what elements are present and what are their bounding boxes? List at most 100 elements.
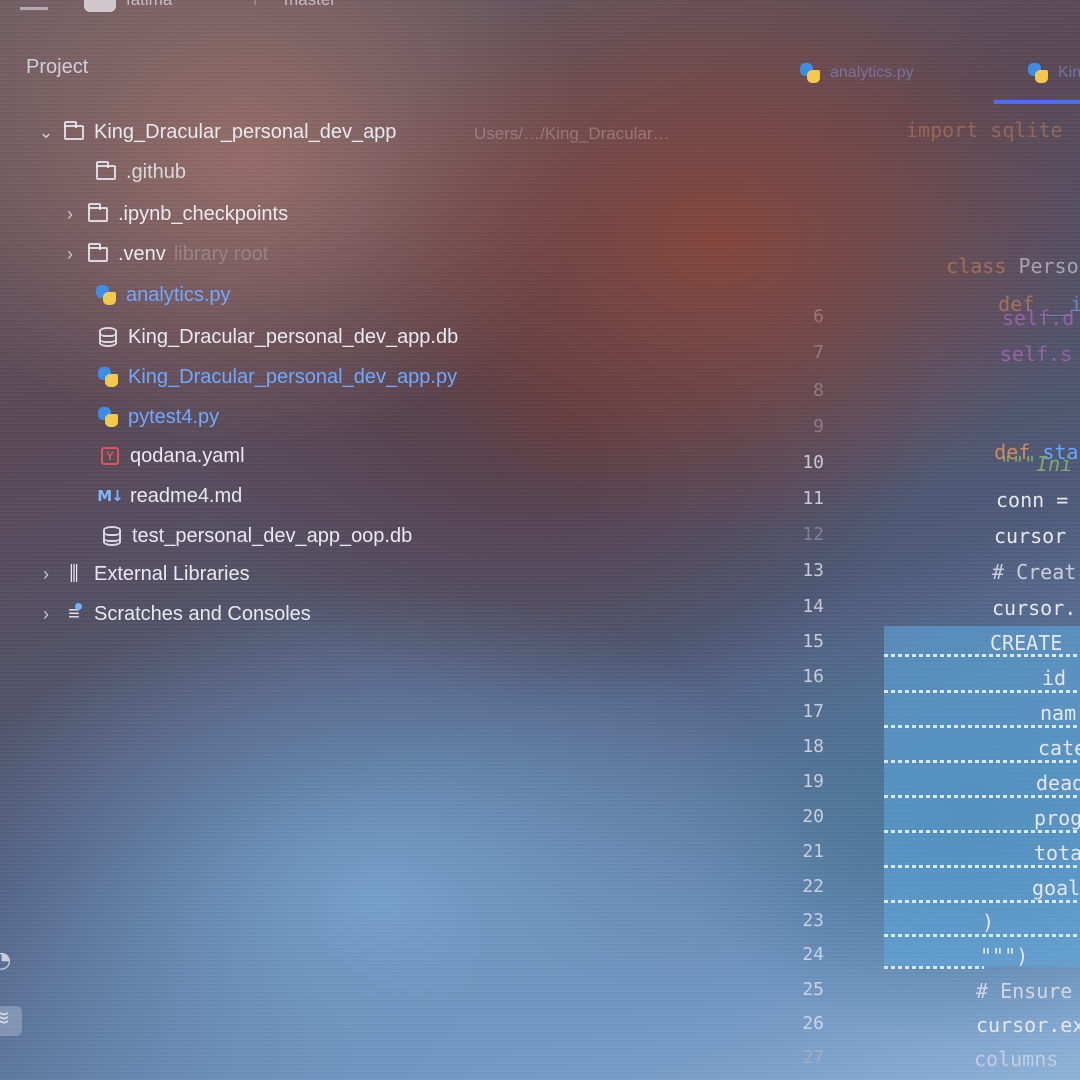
- code-sql-category: cate: [1038, 736, 1080, 760]
- sql-warning-underline: [884, 830, 1080, 833]
- chevron-down-icon[interactable]: ⌄: [38, 122, 54, 143]
- line-number: 18: [802, 736, 824, 757]
- tree-item-readme4[interactable]: M↓ readme4.md: [97, 481, 243, 511]
- sql-warning-underline: [884, 690, 1080, 693]
- code-columns: columns: [974, 1047, 1059, 1071]
- line-number: 8: [813, 380, 824, 401]
- chevron-right-icon[interactable]: ›: [38, 564, 54, 585]
- chevron-right-icon[interactable]: ›: [62, 244, 78, 265]
- line-number: 23: [802, 910, 824, 931]
- code-docstring: """Ini: [1000, 452, 1073, 476]
- tree-item-label: King_Dracular_personal_dev_app.py: [128, 365, 458, 388]
- tree-item-github[interactable]: .github: [70, 157, 186, 187]
- line-number: 12: [802, 524, 824, 545]
- tree-item-label: .venv: [118, 242, 166, 265]
- tree-item-pytest4[interactable]: pytest4.py: [96, 402, 219, 432]
- line-number: 14: [802, 596, 824, 617]
- python-file-icon: [798, 62, 822, 84]
- code-self-s: self.s: [1000, 342, 1073, 366]
- line-number: 27: [802, 1047, 824, 1068]
- line-number: 6: [813, 306, 824, 327]
- tree-item-test-db[interactable]: test_personal_dev_app_oop.db: [100, 521, 412, 551]
- folder-icon: [86, 242, 110, 265]
- line-number: 11: [802, 488, 824, 509]
- folder-icon: [86, 202, 110, 225]
- sql-warning-underline: [884, 795, 1080, 798]
- folder-icon: [62, 120, 86, 143]
- code-self-d: self.d: [1002, 306, 1075, 330]
- line-number: 9: [813, 416, 824, 437]
- tab-analytics[interactable]: analytics.py: [798, 62, 914, 84]
- sql-warning-underline: [884, 865, 1080, 868]
- line-number: 16: [802, 666, 824, 687]
- code-import: import sqlite: [906, 118, 1063, 142]
- code-comment-ensure: # Ensure: [976, 979, 1073, 1003]
- database-icon: [96, 326, 120, 348]
- sql-warning-underline: [884, 760, 1080, 763]
- editor-tab-bar: analytics.py King: [790, 56, 1080, 108]
- code-comment-create: # Creat: [992, 560, 1077, 584]
- project-panel-title[interactable]: Project: [26, 56, 88, 79]
- project-name[interactable]: fatima: [126, 0, 172, 10]
- code-sql-name: nam: [1040, 701, 1077, 725]
- project-badge-icon[interactable]: [84, 0, 116, 12]
- tree-item-label: test_personal_dev_app_oop.db: [132, 524, 413, 547]
- code-sql-id: id: [1042, 666, 1067, 690]
- root-path-hint: Users/…/King_Dracular…: [474, 124, 670, 143]
- chevron-right-icon[interactable]: ›: [62, 204, 78, 225]
- branch-name[interactable]: master: [284, 0, 336, 10]
- tree-item-ipynb-checkpoints[interactable]: › .ipynb_checkpoints: [62, 199, 288, 229]
- python-file-icon: [1026, 62, 1050, 84]
- line-number: 20: [802, 806, 824, 827]
- code-sql-deadline: dead: [1036, 771, 1080, 795]
- code-conn: conn =: [996, 488, 1069, 512]
- tree-item-label: pytest4.py: [128, 405, 220, 428]
- line-number: 22: [802, 876, 824, 897]
- scratches-icon: ≡: [68, 602, 82, 625]
- tree-root-item[interactable]: ⌄ King_Dracular_personal_dev_app: [38, 117, 396, 147]
- tree-item-external-libraries[interactable]: › ⫼ External Libraries: [38, 559, 250, 589]
- code-sql-progress: prog: [1034, 806, 1080, 830]
- bookmark-icon[interactable]: ◔: [0, 948, 22, 978]
- library-icon: ⫼: [69, 562, 79, 585]
- code-close-paren: ): [982, 910, 995, 934]
- tree-item-app-py[interactable]: King_Dracular_personal_dev_app.py: [96, 362, 457, 392]
- tree-item-label: External Libraries: [94, 562, 250, 585]
- sql-warning-underline: [884, 934, 1080, 937]
- tree-item-label: qodana.yaml: [130, 444, 245, 467]
- line-number: 21: [802, 841, 824, 862]
- main-menu-icon[interactable]: [20, 0, 48, 10]
- python-file-icon: [94, 284, 118, 306]
- layers-icon[interactable]: ≋: [0, 1006, 22, 1036]
- tree-item-scratches[interactable]: › ≡ Scratches and Consoles: [38, 599, 311, 629]
- line-number: 26: [802, 1013, 824, 1034]
- tab-label: King: [1058, 64, 1080, 81]
- line-number: 15: [802, 631, 824, 652]
- tab-king[interactable]: King: [1026, 62, 1080, 84]
- tree-item-analytics[interactable]: analytics.py: [94, 280, 231, 310]
- branch-icon: ⑂: [250, 0, 260, 10]
- tree-item-app-db[interactable]: King_Dracular_personal_dev_app.db: [96, 322, 458, 352]
- chevron-right-icon[interactable]: ›: [38, 604, 54, 625]
- line-number: 17: [802, 701, 824, 722]
- sql-warning-underline: [884, 900, 1080, 903]
- tree-item-label: readme4.md: [130, 484, 243, 507]
- folder-icon: [94, 160, 118, 183]
- tree-item-venv[interactable]: › .venv library root: [62, 239, 268, 269]
- tree-root-label: King_Dracular_personal_dev_app: [94, 120, 397, 143]
- yaml-file-icon: Y: [98, 445, 122, 467]
- code-cursor: cursor: [994, 524, 1067, 548]
- tree-item-label: .ipynb_checkpoints: [118, 202, 289, 225]
- top-toolbar: fatima ⑂ master: [0, 0, 1080, 12]
- tree-item-label: Scratches and Consoles: [94, 602, 311, 625]
- tree-item-qodana[interactable]: Y qodana.yaml: [98, 441, 245, 471]
- database-icon: [100, 525, 124, 547]
- python-file-icon: [96, 366, 120, 388]
- code-sql-goal: goal: [1032, 876, 1080, 900]
- line-number: 10: [802, 452, 824, 473]
- active-tab-indicator: [994, 100, 1080, 104]
- tree-item-label: .github: [126, 160, 187, 183]
- sql-warning-underline: [884, 725, 1080, 728]
- line-number: 19: [802, 771, 824, 792]
- line-number: 24: [802, 944, 824, 965]
